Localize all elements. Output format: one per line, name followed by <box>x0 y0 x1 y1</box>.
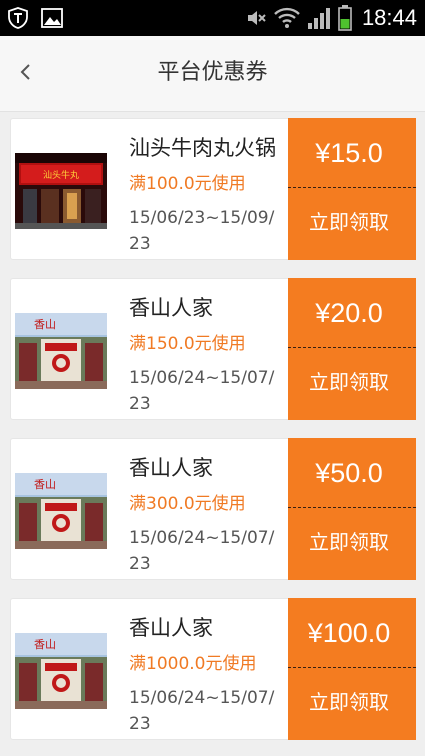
ticket-divider <box>288 187 416 188</box>
usage-condition: 满150.0元使用 <box>129 334 246 354</box>
svg-text:汕头牛丸: 汕头牛丸 <box>43 169 79 181</box>
usage-condition: 满1000.0元使用 <box>129 654 257 674</box>
usage-condition: 满300.0元使用 <box>129 494 246 514</box>
shop-name: 香山人家 <box>129 616 213 640</box>
restaurant-photo: 香山 <box>15 633 107 709</box>
status-bar: 18:44 <box>0 0 425 36</box>
coupon-item: 香山 香山人家 满1000.0元使用 15/06/24~15/07/23 ¥10… <box>0 592 425 740</box>
coupon-card[interactable]: 汕头牛丸 汕头牛肉丸火锅 满100.0元使用 15/06/23~15/09/23 <box>10 118 288 260</box>
shop-image-xiangshan: 香山 <box>15 633 107 709</box>
shop-image-xiangshan: 香山 <box>15 313 107 389</box>
shop-name: 香山人家 <box>129 456 213 480</box>
coupon-card[interactable]: 香山 香山人家 满150.0元使用 15/06/24~15/07/23 <box>10 278 288 420</box>
gallery-icon <box>41 8 63 28</box>
svg-text:香山: 香山 <box>34 318 56 331</box>
coupon-item: 汕头牛丸 汕头牛肉丸火锅 满100.0元使用 15/06/23~15/09/23… <box>0 112 425 260</box>
restaurant-photo: 香山 <box>15 473 107 549</box>
wifi-icon <box>274 7 300 28</box>
claim-button[interactable]: 立即领取 <box>288 522 410 562</box>
ticket-divider <box>288 667 416 668</box>
shield-app-icon <box>8 7 28 29</box>
shop-image-xiangshan: 香山 <box>15 473 107 549</box>
claim-button[interactable]: 立即领取 <box>288 682 410 722</box>
mute-icon <box>247 11 266 25</box>
coupon-card[interactable]: 香山 香山人家 满300.0元使用 15/06/24~15/07/23 <box>10 438 288 580</box>
coupon-amount: ¥50.0 <box>315 458 383 488</box>
validity-period: 15/06/23~15/09/23 <box>129 208 275 254</box>
coupon-ticket: ¥50.0 立即领取 <box>288 438 419 580</box>
coupon-amount: ¥100.0 <box>307 618 391 648</box>
usage-condition: 满100.0元使用 <box>129 174 246 194</box>
signal-icon <box>307 8 330 29</box>
validity-period: 15/06/24~15/07/23 <box>129 688 275 734</box>
coupon-ticket: ¥100.0 立即领取 <box>288 598 419 740</box>
restaurant-photo: 香山 <box>15 313 107 389</box>
storefront-photo: 汕头牛丸 <box>15 153 107 229</box>
ticket-divider <box>288 347 416 348</box>
coupon-amount: ¥20.0 <box>315 298 383 328</box>
coupon-item: 香山 香山人家 满150.0元使用 15/06/24~15/07/23 ¥20.… <box>0 272 425 420</box>
coupon-ticket: ¥20.0 立即领取 <box>288 278 419 420</box>
validity-period: 15/06/24~15/07/23 <box>129 368 275 414</box>
page-title: 平台优惠券 <box>157 60 268 85</box>
coupon-ticket: ¥15.0 立即领取 <box>288 118 419 260</box>
shop-name: 香山人家 <box>129 296 213 320</box>
svg-text:香山: 香山 <box>34 638 56 651</box>
battery-icon <box>338 5 352 31</box>
svg-text:香山: 香山 <box>34 478 56 491</box>
claim-button[interactable]: 立即领取 <box>288 362 410 402</box>
coupon-item: 香山 香山人家 满300.0元使用 15/06/24~15/07/23 ¥50.… <box>0 432 425 580</box>
coupon-card[interactable]: 香山 香山人家 满1000.0元使用 15/06/24~15/07/23 <box>10 598 288 740</box>
title-bar: 平台优惠券 <box>0 36 425 112</box>
coupon-amount: ¥15.0 <box>315 138 383 168</box>
shop-name: 汕头牛肉丸火锅 <box>129 136 276 160</box>
validity-period: 15/06/24~15/07/23 <box>129 528 275 574</box>
shop-image-hotpot: 汕头牛丸 <box>15 153 107 229</box>
clock-time: 18:44 <box>361 5 417 30</box>
ticket-divider <box>288 507 416 508</box>
claim-button[interactable]: 立即领取 <box>288 202 410 242</box>
